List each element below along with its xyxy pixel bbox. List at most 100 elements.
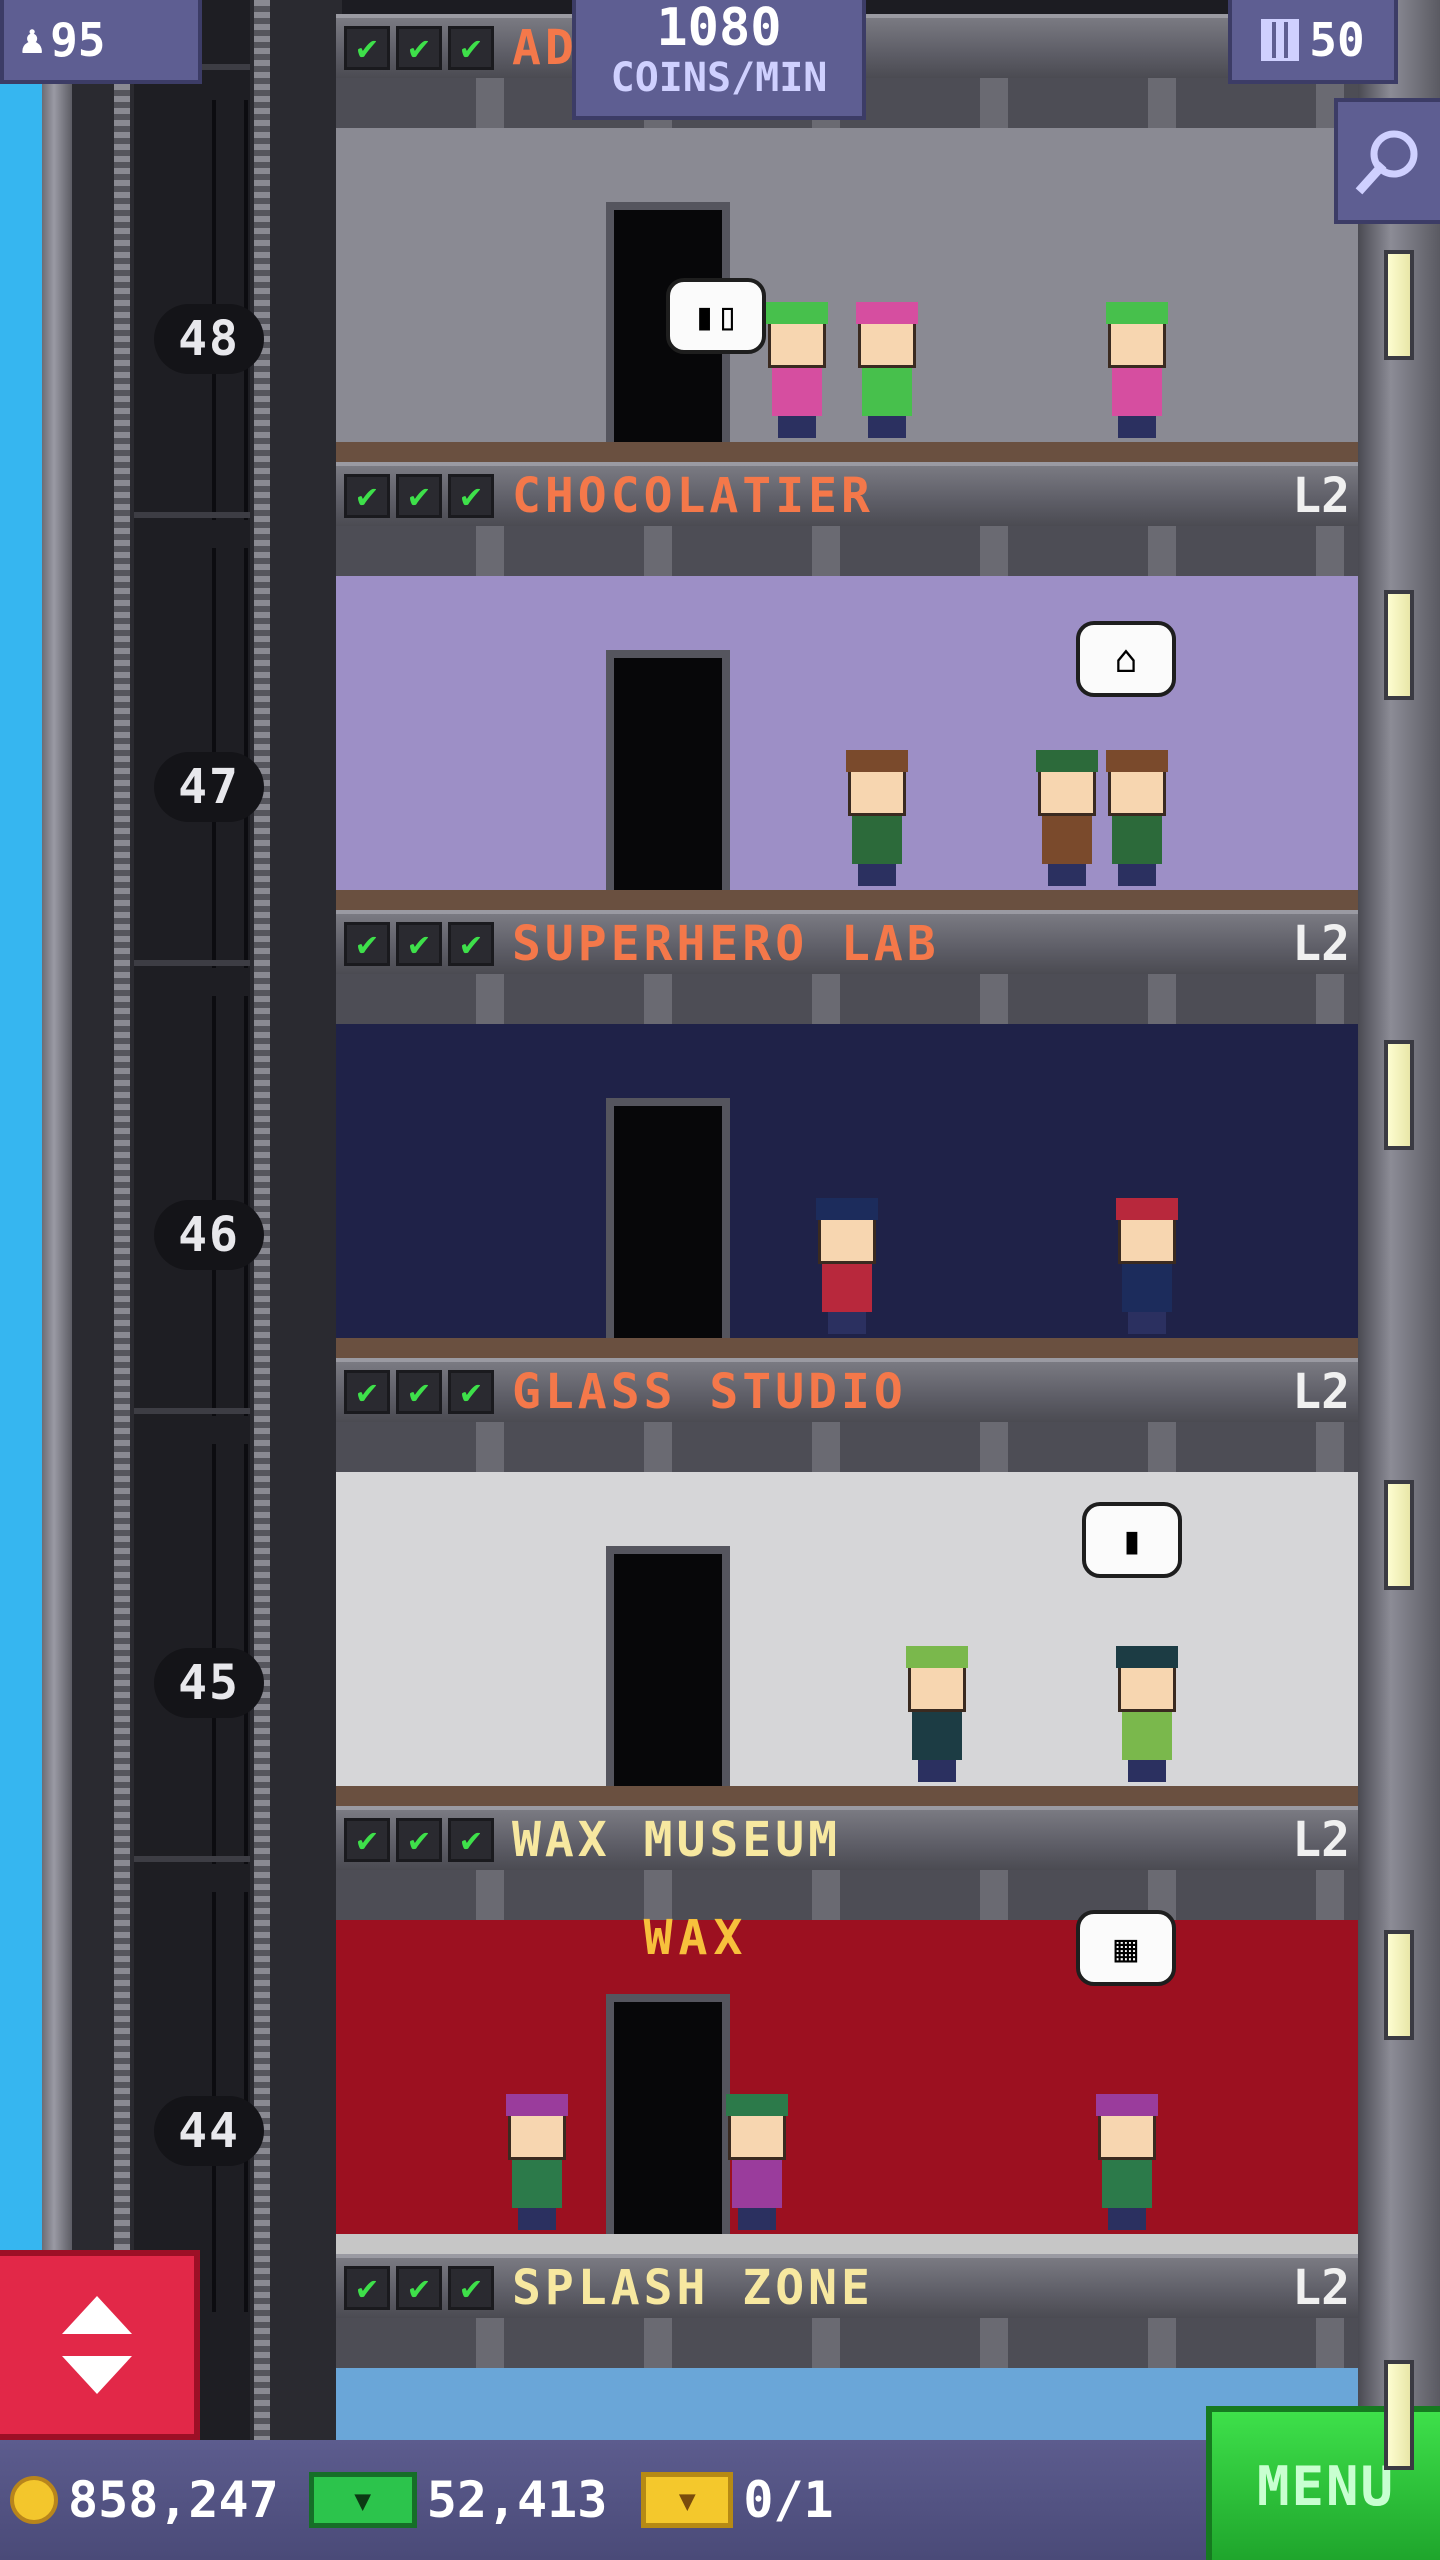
floor-stock-checks: ✔ ✔ ✔ bbox=[344, 922, 494, 966]
floor-stock-checks: ✔ ✔ ✔ bbox=[344, 474, 494, 518]
shaft-floor-segment bbox=[134, 64, 250, 520]
exterior-window bbox=[1384, 1930, 1414, 2040]
bitizen-legs bbox=[918, 1760, 956, 1782]
checkmark-icon: ✔ bbox=[344, 2266, 390, 2310]
bitizen[interactable] bbox=[766, 302, 828, 438]
bitizen[interactable] bbox=[1036, 750, 1098, 886]
bitizen[interactable] bbox=[1116, 1646, 1178, 1782]
bitizen-body bbox=[1122, 1712, 1172, 1760]
floor-header[interactable]: ✔ ✔ ✔ WAX MUSEUM L2 bbox=[336, 1806, 1358, 1870]
coins-value: 858,247 bbox=[68, 2471, 279, 2529]
bitizen-legs bbox=[1128, 1760, 1166, 1782]
bitizen-hair bbox=[856, 302, 918, 324]
bitizen[interactable] bbox=[816, 1198, 878, 1334]
checkmark-icon: ✔ bbox=[396, 1370, 442, 1414]
floor-header[interactable]: ✔ ✔ ✔ SUPERHERO LAB L2 bbox=[336, 910, 1358, 974]
floor-room[interactable]: ▮▯ bbox=[336, 78, 1358, 462]
elevator-toggle-button[interactable] bbox=[0, 2250, 200, 2440]
bitizen-hair bbox=[1036, 750, 1098, 772]
speech-bubble[interactable]: ▮ bbox=[1082, 1502, 1182, 1578]
floor-number-label: 48 bbox=[154, 304, 264, 374]
bitizen-legs bbox=[1118, 416, 1156, 438]
room-floor bbox=[336, 890, 1358, 910]
shaft-rail-right bbox=[254, 0, 270, 2560]
floor-room[interactable]: ⌂ bbox=[336, 526, 1358, 910]
tickets-value: 0/1 bbox=[743, 2471, 834, 2529]
floor-level: L2 bbox=[1292, 1364, 1350, 1420]
floor-name: GLASS STUDIO bbox=[512, 1364, 907, 1420]
bitizen[interactable] bbox=[1106, 750, 1168, 886]
bitizen[interactable] bbox=[506, 2094, 568, 2230]
floor-level: L2 bbox=[1292, 468, 1350, 524]
population-value: 95 bbox=[50, 13, 106, 67]
floor-number-label: 45 bbox=[154, 1648, 264, 1718]
coins-per-min-value: 1080 bbox=[656, 0, 782, 58]
exterior-window bbox=[1384, 250, 1414, 360]
speech-bubble[interactable]: ▮▯ bbox=[666, 278, 766, 354]
bitizen-legs bbox=[1118, 864, 1156, 886]
room-ceiling bbox=[336, 974, 1358, 1024]
bitizen-legs bbox=[858, 864, 896, 886]
bitizen[interactable] bbox=[1116, 1198, 1178, 1334]
bitizen-hair bbox=[1116, 1646, 1178, 1668]
floor-room[interactable]: ▦ WAX bbox=[336, 1870, 1358, 2254]
bitizen-body bbox=[772, 368, 822, 416]
coins-per-min-label: COINS/MIN bbox=[610, 55, 828, 101]
floor-count-value: 50 bbox=[1309, 13, 1365, 67]
floor-name: AD bbox=[512, 20, 578, 76]
tower-right-wall bbox=[1358, 0, 1440, 2560]
bitizen-hair bbox=[726, 2094, 788, 2116]
person-icon: ♟ bbox=[20, 17, 45, 63]
tower-outer-wall bbox=[42, 0, 72, 2560]
exterior-window bbox=[1384, 590, 1414, 700]
bitizen-hair bbox=[766, 302, 828, 324]
bitizen-body bbox=[1102, 2160, 1152, 2208]
room-floor bbox=[336, 1338, 1358, 1358]
bux-stat[interactable]: ▼ 52,413 bbox=[308, 2471, 608, 2529]
floor-name: SUPERHERO LAB bbox=[512, 916, 940, 972]
bitizen-body bbox=[1112, 816, 1162, 864]
floor-header[interactable]: ✔ ✔ ✔ SPLASH ZONE L2 bbox=[336, 2254, 1358, 2318]
floor-room[interactable] bbox=[336, 2318, 1358, 2440]
room-ceiling bbox=[336, 2318, 1358, 2368]
checkmark-icon: ✔ bbox=[396, 26, 442, 70]
floor-name: CHOCOLATIER bbox=[512, 468, 874, 524]
exterior-window bbox=[1384, 2360, 1414, 2470]
speech-bubble[interactable]: ▦ bbox=[1076, 1910, 1176, 1986]
bitizen-hair bbox=[906, 1646, 968, 1668]
bitizen-legs bbox=[738, 2208, 776, 2230]
bitizen-hair bbox=[1116, 1198, 1178, 1220]
floor-header[interactable]: ✔ ✔ ✔ CHOCOLATIER L2 bbox=[336, 462, 1358, 526]
bitizen-hair bbox=[506, 2094, 568, 2116]
exterior-window bbox=[1384, 1040, 1414, 1150]
bux-value: 52,413 bbox=[426, 2471, 608, 2529]
population-counter[interactable]: ♟ 95 bbox=[0, 0, 202, 84]
floor-stock-checks: ✔ ✔ ✔ bbox=[344, 1370, 494, 1414]
room-ceiling bbox=[336, 1870, 1358, 1920]
zoom-button[interactable] bbox=[1334, 98, 1440, 224]
bitizen[interactable] bbox=[906, 1646, 968, 1782]
floor-room[interactable] bbox=[336, 974, 1358, 1358]
floor-count-panel[interactable]: 50 bbox=[1228, 0, 1398, 84]
checkmark-icon: ✔ bbox=[344, 1370, 390, 1414]
bitizen-legs bbox=[868, 416, 906, 438]
elevator-door bbox=[606, 1994, 730, 2234]
bitizen-legs bbox=[1128, 1312, 1166, 1334]
elevator-shaft[interactable]: 48 47 46 45 44 bbox=[72, 0, 342, 2560]
floor-level: L2 bbox=[1292, 916, 1350, 972]
speech-bubble[interactable]: ⌂ bbox=[1076, 621, 1176, 697]
bitizen[interactable] bbox=[856, 302, 918, 438]
bitizen[interactable] bbox=[1096, 2094, 1158, 2230]
bitizen[interactable] bbox=[846, 750, 908, 886]
floor-header[interactable]: ✔ ✔ ✔ GLASS STUDIO L2 bbox=[336, 1358, 1358, 1422]
bitizen[interactable] bbox=[726, 2094, 788, 2230]
room-floor bbox=[336, 2234, 1358, 2254]
coins-per-min-panel: 1080 COINS/MIN bbox=[572, 0, 866, 120]
floor-room[interactable]: ▮ bbox=[336, 1422, 1358, 1806]
room-floor bbox=[336, 1786, 1358, 1806]
tickets-stat[interactable]: ▼ 0/1 bbox=[641, 2471, 834, 2529]
bitizen-body bbox=[732, 2160, 782, 2208]
floor-level: L2 bbox=[1292, 1812, 1350, 1868]
bitizen[interactable] bbox=[1106, 302, 1168, 438]
bitizen-body bbox=[1112, 368, 1162, 416]
